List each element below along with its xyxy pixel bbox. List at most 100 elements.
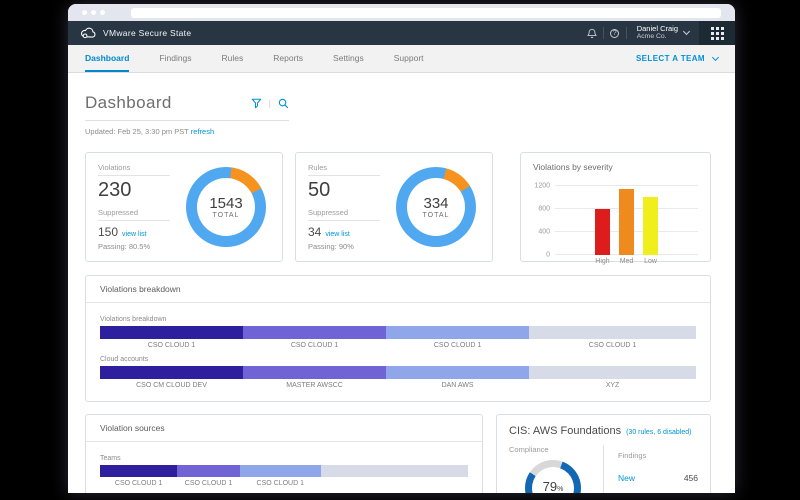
brand: VMware Secure State: [68, 27, 191, 39]
suppressed-label: Suppressed: [98, 208, 170, 221]
findings-new-link[interactable]: New: [618, 473, 635, 483]
window-controls: [82, 10, 105, 15]
violations-donut-chart[interactable]: 1543 TOTAL: [186, 167, 266, 247]
user-name: Daniel Craig: [637, 25, 678, 34]
chart-plot-area: [555, 181, 698, 255]
search-icon[interactable]: [278, 98, 289, 109]
bar-segment[interactable]: [100, 465, 177, 477]
severity-bar-med[interactable]: [619, 189, 634, 255]
bar-segment-label: CSO CLOUD 1: [100, 480, 177, 487]
bar-segment[interactable]: [240, 465, 321, 477]
tab-support[interactable]: Support: [394, 45, 424, 72]
bar-segment[interactable]: [529, 326, 696, 339]
violations-count: 230: [98, 179, 182, 202]
donut-center: 1543 TOTAL: [197, 178, 255, 236]
user-menu[interactable]: Daniel Craig Acme Co.: [627, 25, 699, 41]
bar-segment[interactable]: [177, 465, 240, 477]
bell-icon: [587, 28, 597, 39]
severity-bar-low[interactable]: [643, 197, 658, 255]
cis-rules-note-link[interactable]: (30 rules, 6 disabled): [626, 429, 691, 436]
donut-total: 1543: [209, 195, 242, 212]
window-minimize-button[interactable]: [91, 10, 96, 15]
stacked-bar-labels: CSO CM CLOUD DEVMASTER AWSCCDAN AWSXYZ: [100, 382, 696, 389]
bar-segment[interactable]: [386, 366, 529, 379]
x-tick-label: Med: [619, 258, 634, 265]
bar-segment-label: MASTER AWSCC: [243, 382, 386, 389]
team-selector[interactable]: SELECT A TEAM: [636, 45, 718, 72]
bar-segment-label: CSO CLOUD 1: [243, 342, 386, 349]
breakdown-teams-stacked-bar: CSO CLOUD 1CSO CLOUD 1CSO CLOUD 1CSO CLO…: [100, 326, 696, 349]
product-name: VMware Secure State: [103, 28, 191, 38]
tab-dashboard[interactable]: Dashboard: [85, 45, 129, 72]
compliance-unit: %: [557, 486, 563, 493]
bar-segment-label: CSO CM CLOUD DEV: [100, 382, 243, 389]
tab-findings[interactable]: Findings: [159, 45, 191, 72]
breakdown-row2-label: Cloud accounts: [100, 356, 696, 363]
y-tick-label: 800: [538, 206, 550, 213]
bar-segment[interactable]: [243, 366, 386, 379]
window-maximize-button[interactable]: [100, 10, 105, 15]
bar-segment[interactable]: [321, 465, 468, 477]
breakdown-accounts-stacked-bar: CSO CM CLOUD DEVMASTER AWSCCDAN AWSXYZ: [100, 366, 696, 389]
window-close-button[interactable]: [82, 10, 87, 15]
finding-row: New 456: [618, 473, 698, 483]
bar-segment[interactable]: [386, 326, 529, 339]
y-axis: 04008001200: [533, 181, 555, 255]
tab-rules[interactable]: Rules: [222, 45, 244, 72]
suppressed-label: Suppressed: [308, 208, 380, 221]
severity-chart-title: Violations by severity: [533, 162, 698, 172]
notifications-button[interactable]: [581, 21, 603, 45]
stacked-bar-labels: CSO CLOUD 1CSO CLOUD 1CSO CLOUD 1CSO CLO…: [100, 342, 696, 349]
x-axis-labels: High Med Low: [555, 258, 698, 265]
violations-label: Violations: [98, 163, 170, 176]
severity-bar-high[interactable]: [595, 209, 610, 255]
donut-total: 334: [423, 195, 448, 212]
breakdown-row1-label: Violations breakdown: [100, 316, 696, 323]
stacked-bar-track: [100, 366, 696, 379]
donut-total-label: TOTAL: [213, 212, 240, 219]
rules-label: Rules: [308, 163, 380, 176]
dashboard-content: Dashboard | Updated: Feb 25, 3:30 pm PST…: [68, 73, 735, 493]
user-organization: Acme Co.: [637, 33, 678, 41]
cis-aws-foundations-card: CIS: AWS Foundations (30 rules, 6 disabl…: [496, 414, 711, 493]
findings-label: Findings: [618, 451, 646, 460]
compliance-donut-chart[interactable]: 79 %: [525, 460, 581, 493]
tab-settings[interactable]: Settings: [333, 45, 364, 72]
x-tick-label: Low: [643, 258, 658, 265]
stacked-bar-track: [100, 465, 468, 477]
refresh-link[interactable]: refresh: [191, 127, 214, 136]
address-bar[interactable]: [131, 8, 721, 18]
bar-segment[interactable]: [529, 366, 696, 379]
compliance-label: Compliance: [509, 445, 597, 454]
page-title-block: Dashboard |: [85, 93, 289, 121]
tab-reports[interactable]: Reports: [273, 45, 303, 72]
violations-breakdown-card: Violations breakdown Violations breakdow…: [85, 275, 711, 402]
cis-card-title: CIS: AWS Foundations: [509, 425, 621, 437]
cloud-shield-logo-icon: [80, 27, 97, 39]
sources-teams-stacked-bar: CSO CLOUD 1CSO CLOUD 1CSO CLOUD 1: [100, 465, 468, 487]
passing-text: Passing: 80.5%: [98, 242, 182, 251]
view-list-link[interactable]: view list: [325, 231, 350, 238]
bar-segment[interactable]: [100, 326, 243, 339]
question-icon: ?: [610, 29, 619, 38]
help-button[interactable]: ?: [604, 21, 626, 45]
y-tick-label: 400: [538, 229, 550, 236]
rules-donut-chart[interactable]: 334 TOTAL: [396, 167, 476, 247]
bar-segment[interactable]: [243, 326, 386, 339]
bar-segment-label: CSO CLOUD 1: [100, 342, 243, 349]
bars-group: [555, 181, 698, 255]
suppressed-count: 34: [308, 225, 321, 239]
filter-icon[interactable]: [251, 98, 262, 109]
x-tick-label: High: [595, 258, 610, 265]
y-tick-label: 1200: [534, 183, 550, 190]
breakdown-card-title: Violations breakdown: [86, 276, 710, 303]
bar-segment[interactable]: [100, 366, 243, 379]
chevron-down-icon: [683, 28, 690, 35]
team-selector-label: SELECT A TEAM: [636, 54, 705, 63]
last-updated: Updated: Feb 25, 3:30 pm PST refresh: [85, 127, 711, 136]
app-switcher-button[interactable]: [699, 21, 735, 45]
view-list-link[interactable]: view list: [122, 231, 147, 238]
severity-bar-chart: 04008001200: [533, 181, 698, 255]
violation-sources-card: Violation sources Teams CSO CLOUD 1CSO C…: [85, 414, 483, 493]
bar-segment-label: [321, 480, 468, 487]
